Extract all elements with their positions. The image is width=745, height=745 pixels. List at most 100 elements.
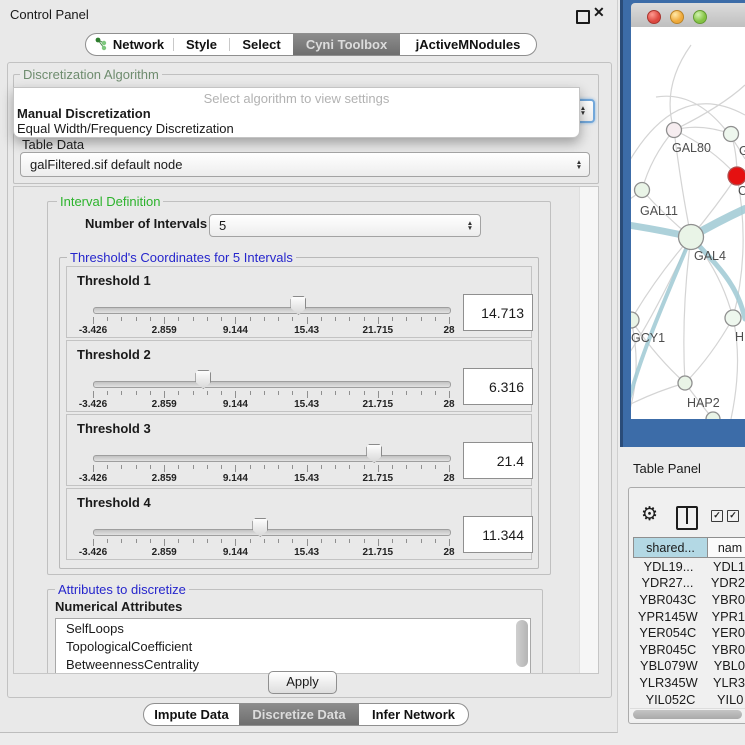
threshold-row-4: Threshold 4-3.4262.8599.14415.4321.71528… bbox=[66, 488, 532, 560]
tick-label: 15.43 bbox=[285, 473, 329, 484]
checkbox-icon[interactable]: ✓ bbox=[711, 510, 723, 522]
threshold-value-field[interactable]: 14.713 bbox=[463, 294, 533, 331]
close-traffic-light[interactable] bbox=[647, 10, 661, 24]
threshold-label: Threshold 4 bbox=[77, 495, 151, 510]
bottom-tab-impute-data[interactable]: Impute Data bbox=[144, 704, 239, 725]
tick-label: -3.426 bbox=[71, 325, 115, 336]
slider-scale: -3.4262.8599.14415.4321.71528 bbox=[93, 539, 449, 559]
table-row[interactable]: YPR145WYPR1 bbox=[633, 608, 745, 625]
table-row[interactable]: YLR345WYLR3 bbox=[633, 674, 745, 691]
tick-label: 9.144 bbox=[213, 547, 257, 558]
dropdown-option-equal-width[interactable]: Equal Width/Frequency Discretization bbox=[17, 121, 234, 136]
panel-title: Control Panel bbox=[10, 7, 89, 22]
GAL11-node[interactable] bbox=[635, 183, 650, 198]
network-canvas[interactable]: GAL80GACGAL11GAL4GCY1HHAP2 bbox=[631, 27, 745, 419]
H-node[interactable] bbox=[725, 310, 741, 326]
tick-label: 15.43 bbox=[285, 399, 329, 410]
tick-label: 15.43 bbox=[285, 547, 329, 558]
table-data-label: Table Data bbox=[22, 137, 84, 152]
bottom-tab-discretize-data[interactable]: Discretize Data bbox=[239, 704, 359, 725]
tick-label: -3.426 bbox=[71, 473, 115, 484]
tab-label: Discretize Data bbox=[252, 707, 345, 722]
slider-track[interactable] bbox=[93, 381, 451, 388]
cell-name: YLR3 bbox=[704, 675, 745, 690]
apply-button[interactable]: Apply bbox=[268, 671, 337, 694]
table-data-select[interactable]: galFiltered.sif default node ▲▼ bbox=[20, 152, 590, 177]
node-label-GCY1: GCY1 bbox=[631, 331, 665, 345]
combo-arrows-icon: ▲▼ bbox=[569, 160, 589, 170]
cell-name: YBL0 bbox=[705, 658, 745, 673]
list-item[interactable]: TopologicalCoefficient bbox=[56, 637, 530, 655]
tab-style[interactable]: Style bbox=[174, 34, 229, 55]
tick-label: 2.859 bbox=[142, 547, 186, 558]
tab-select[interactable]: Select bbox=[230, 34, 293, 55]
zoom-traffic-light[interactable] bbox=[693, 10, 707, 24]
vertical-scrollbar-track[interactable] bbox=[579, 187, 598, 673]
threshold-value-field[interactable]: 11.344 bbox=[463, 516, 533, 553]
table-row[interactable]: YBR045CYBR0 bbox=[633, 641, 745, 658]
network-edge bbox=[685, 318, 733, 383]
tick-label: -3.426 bbox=[71, 547, 115, 558]
tab-jactivemnodules[interactable]: jActiveMNodules bbox=[400, 34, 536, 55]
tab-network[interactable]: Network bbox=[86, 34, 173, 55]
table-row[interactable]: YIL052CYIL0 bbox=[633, 691, 745, 707]
gear-icon[interactable]: ⚙ bbox=[641, 503, 658, 525]
tab-cyni-toolbox[interactable]: Cyni Toolbox bbox=[293, 34, 400, 55]
list-scrollbar[interactable] bbox=[516, 620, 528, 667]
table-row[interactable]: YER054CYER0 bbox=[633, 624, 745, 641]
column-header-1[interactable]: shared... bbox=[633, 537, 708, 558]
float-icon[interactable] bbox=[576, 10, 590, 24]
tick-label: -3.426 bbox=[71, 399, 115, 410]
node-label-GAL4: GAL4 bbox=[694, 249, 726, 263]
top-right-node[interactable] bbox=[724, 127, 739, 142]
table-row[interactable]: YDR27...YDR2 bbox=[633, 575, 745, 592]
GAL4-node[interactable] bbox=[679, 225, 704, 250]
threshold-row-1: Threshold 1-3.4262.8599.14415.4321.71528… bbox=[66, 266, 532, 338]
tab-label: Infer Network bbox=[372, 707, 455, 722]
network-edge bbox=[631, 320, 685, 383]
close-icon[interactable]: ✕ bbox=[593, 4, 605, 21]
interval-definition-title: Interval Definition bbox=[57, 194, 163, 209]
threshold-row-2: Threshold 2-3.4262.8599.14415.4321.71528… bbox=[66, 340, 532, 412]
cell-name: YDR2 bbox=[702, 575, 745, 590]
node-label-H: H bbox=[735, 330, 744, 344]
slider-track[interactable] bbox=[93, 529, 451, 536]
network-edge bbox=[670, 45, 691, 130]
tab-label: Style bbox=[186, 37, 217, 52]
network-window-titlebar[interactable] bbox=[631, 3, 745, 28]
tab-label: Network bbox=[113, 37, 164, 52]
cell-shared-name: YBR045C bbox=[633, 642, 703, 657]
slider-track[interactable] bbox=[93, 455, 451, 462]
columns-icon[interactable] bbox=[676, 506, 698, 530]
network-edge bbox=[631, 383, 685, 409]
cell-shared-name: YDL19... bbox=[633, 559, 704, 574]
table-row[interactable]: YDL19...YDL1 bbox=[633, 558, 745, 575]
bottom-tab-infer-network[interactable]: Infer Network bbox=[359, 704, 468, 725]
threshold-value-field[interactable]: 21.4 bbox=[463, 442, 533, 479]
table-row[interactable]: YBL079WYBL0 bbox=[633, 658, 745, 675]
cell-name: YIL0 bbox=[708, 692, 743, 707]
list-item[interactable]: SelfLoops bbox=[56, 619, 530, 637]
tick-label: 9.144 bbox=[213, 399, 257, 410]
table-row[interactable]: YBR043CYBR0 bbox=[633, 591, 745, 608]
HAP2-node[interactable] bbox=[678, 376, 692, 390]
numerical-attributes-list[interactable]: SelfLoopsTopologicalCoefficientBetweenne… bbox=[55, 618, 531, 674]
thresholds-group-title: Threshold's Coordinates for 5 Intervals bbox=[67, 250, 296, 265]
tick-label: 21.715 bbox=[356, 473, 400, 484]
horizontal-scrollbar-thumb[interactable] bbox=[633, 710, 742, 719]
GCY1-node[interactable] bbox=[631, 312, 639, 328]
cell-shared-name: YIL052C bbox=[633, 692, 708, 707]
thresholds-group: Threshold 1-3.4262.8599.14415.4321.71528… bbox=[59, 257, 539, 569]
checkbox-icon[interactable]: ✓ bbox=[727, 510, 739, 522]
num-intervals-spinner[interactable]: 5 ▲▼ bbox=[209, 214, 481, 237]
cell-shared-name: YBL079W bbox=[633, 658, 705, 673]
tick-label: 2.859 bbox=[142, 325, 186, 336]
column-header-2[interactable]: nam bbox=[708, 537, 745, 558]
threshold-value-field[interactable]: 6.316 bbox=[463, 368, 533, 405]
minimize-traffic-light[interactable] bbox=[670, 10, 684, 24]
slider-track[interactable] bbox=[93, 307, 451, 314]
GAL80-node[interactable] bbox=[667, 123, 682, 138]
threshold-label: Threshold 2 bbox=[77, 347, 151, 362]
selected-red-node[interactable] bbox=[728, 167, 745, 185]
dropdown-option-manual[interactable]: Manual Discretization bbox=[17, 106, 151, 121]
